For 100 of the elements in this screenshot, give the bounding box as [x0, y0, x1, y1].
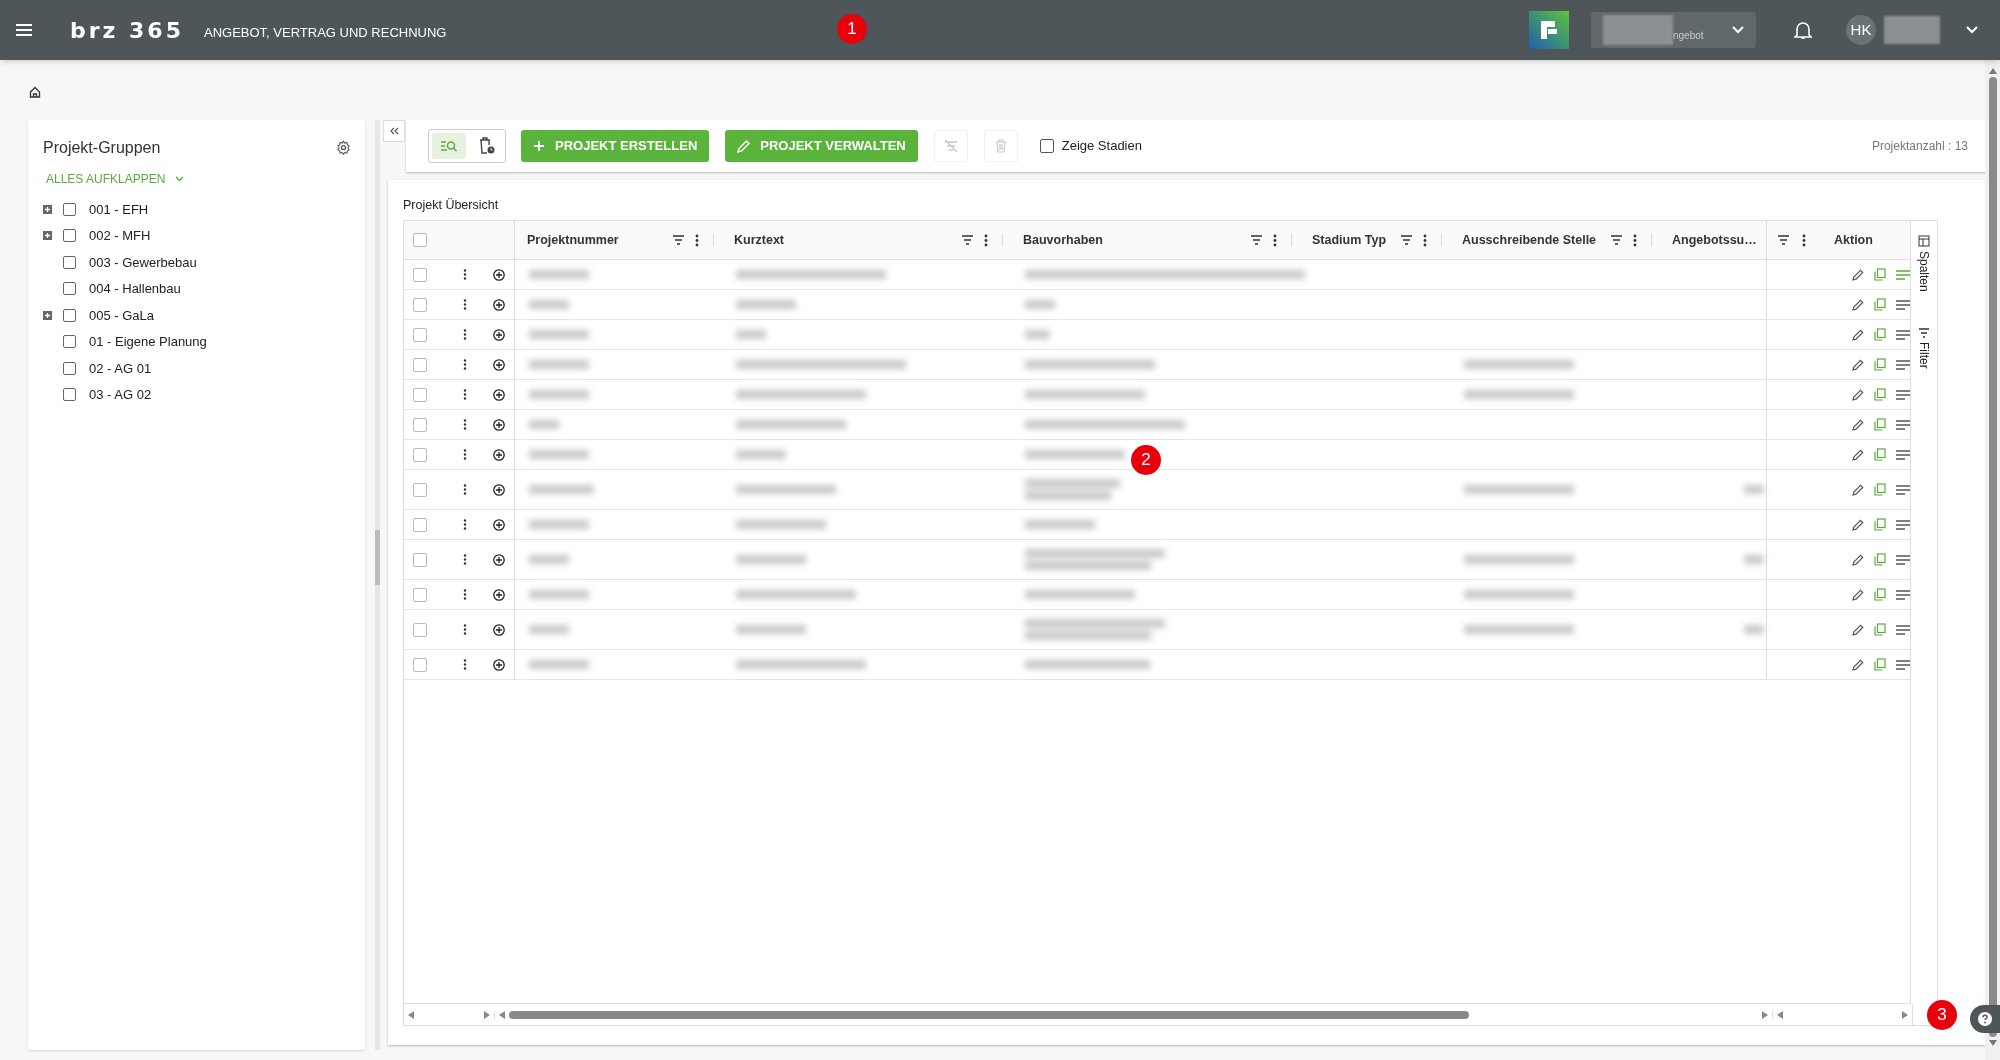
notes-icon[interactable] [1896, 329, 1910, 340]
add-circle-icon[interactable] [493, 553, 505, 566]
more-icon[interactable] [463, 359, 467, 370]
copy-icon[interactable] [1874, 658, 1886, 671]
copy-icon[interactable] [1874, 298, 1886, 311]
copy-icon[interactable] [1874, 623, 1886, 636]
filter-icon[interactable] [672, 235, 685, 245]
group-checkbox[interactable] [63, 255, 76, 269]
help-button[interactable] [1970, 1005, 2000, 1033]
add-circle-icon[interactable] [493, 483, 505, 496]
group-checkbox[interactable] [63, 361, 76, 375]
row-checkbox[interactable] [413, 447, 427, 462]
row-checkbox[interactable] [413, 482, 427, 497]
pencil-icon[interactable] [1852, 448, 1864, 461]
add-circle-icon[interactable] [493, 418, 505, 431]
more-icon[interactable] [463, 659, 467, 670]
group-checkbox[interactable] [63, 335, 76, 349]
group-checkbox[interactable] [63, 282, 76, 296]
add-circle-icon[interactable] [493, 268, 505, 281]
column-header[interactable]: Bauvorhaben [1023, 230, 1240, 250]
add-circle-icon[interactable] [493, 658, 505, 671]
pencil-icon[interactable] [1852, 418, 1864, 431]
pencil-icon[interactable] [1852, 268, 1864, 281]
filter-icon[interactable] [1610, 235, 1623, 245]
notes-icon[interactable] [1896, 359, 1910, 370]
add-circle-icon[interactable] [493, 518, 505, 531]
more-icon[interactable] [1633, 233, 1637, 247]
pencil-icon[interactable] [1852, 553, 1864, 566]
more-icon[interactable] [1802, 233, 1806, 247]
filter-icon[interactable] [1918, 327, 1930, 338]
group-checkbox[interactable] [63, 388, 76, 402]
add-circle-icon[interactable] [493, 388, 505, 401]
add-circle-icon[interactable] [493, 588, 505, 601]
scroll-right-icon[interactable] [484, 1010, 490, 1019]
row-checkbox[interactable] [413, 417, 427, 432]
copy-icon[interactable] [1874, 588, 1886, 601]
filter-icon[interactable] [1400, 235, 1413, 245]
filter-icon[interactable] [1250, 235, 1263, 245]
more-icon[interactable] [463, 624, 467, 635]
group-checkbox[interactable] [63, 229, 76, 243]
collapse-panel-button[interactable] [383, 120, 405, 142]
group-item[interactable]: 03 - AG 02 [89, 385, 152, 405]
notes-icon[interactable] [1896, 389, 1910, 400]
columns-icon[interactable] [1918, 235, 1930, 247]
splitter-handle[interactable] [375, 120, 380, 1050]
expand-icon[interactable] [43, 310, 52, 320]
app-icon[interactable] [1529, 11, 1569, 49]
scroll-left-icon[interactable] [1777, 1010, 1783, 1019]
more-icon[interactable] [463, 589, 467, 600]
filter-icon[interactable] [961, 235, 974, 245]
notes-icon[interactable] [1896, 449, 1910, 460]
columns-tab[interactable]: Spalten [1915, 251, 1933, 292]
pencil-icon[interactable] [1852, 658, 1864, 671]
scroll-up-icon[interactable] [1988, 68, 1997, 74]
notes-icon[interactable] [1896, 519, 1910, 530]
filter-icon[interactable] [1777, 235, 1790, 245]
more-icon[interactable] [695, 233, 699, 247]
expand-icon[interactable] [43, 204, 52, 214]
settings-icon[interactable] [336, 140, 351, 155]
add-circle-icon[interactable] [493, 358, 505, 371]
vertical-scrollbar[interactable] [1988, 77, 1997, 1037]
notes-icon[interactable] [1896, 419, 1910, 430]
pencil-icon[interactable] [1852, 483, 1864, 496]
notes-icon[interactable] [1896, 624, 1910, 635]
group-item[interactable]: 02 - AG 01 [89, 358, 152, 378]
more-icon[interactable] [463, 269, 467, 280]
more-icon[interactable] [984, 233, 988, 247]
row-checkbox[interactable] [413, 357, 427, 372]
copy-icon[interactable] [1874, 328, 1886, 341]
group-item[interactable]: 002 - MFH [89, 226, 151, 246]
pencil-icon[interactable] [1852, 623, 1864, 636]
column-header[interactable]: Kurztext [734, 230, 951, 250]
row-checkbox[interactable] [413, 657, 427, 672]
scroll-right-icon[interactable] [1762, 1010, 1768, 1019]
notes-icon[interactable] [1896, 484, 1910, 495]
row-checkbox[interactable] [413, 622, 427, 637]
more-icon[interactable] [463, 449, 467, 460]
copy-icon[interactable] [1874, 418, 1886, 431]
notes-icon[interactable] [1896, 659, 1910, 670]
copy-icon[interactable] [1874, 553, 1886, 566]
pencil-icon[interactable] [1852, 388, 1864, 401]
row-checkbox[interactable] [413, 587, 427, 602]
more-icon[interactable] [463, 389, 467, 400]
chevron-down-icon[interactable] [1966, 26, 1978, 34]
show-stages-checkbox[interactable]: Zeige Stadien [1039, 136, 1142, 156]
add-circle-icon[interactable] [493, 448, 505, 461]
group-checkbox[interactable] [63, 202, 76, 216]
copy-icon[interactable] [1874, 388, 1886, 401]
scroll-down-icon[interactable] [1988, 1040, 1997, 1046]
scroll-right-icon[interactable] [1902, 1010, 1908, 1019]
row-checkbox[interactable] [413, 517, 427, 532]
group-item[interactable]: 004 - Hallenbau [89, 279, 181, 299]
group-item[interactable]: 01 - Eigene Planung [89, 332, 207, 352]
home-icon[interactable] [29, 86, 41, 98]
add-circle-icon[interactable] [493, 298, 505, 311]
pencil-icon[interactable] [1852, 358, 1864, 371]
expand-icon[interactable] [43, 231, 52, 241]
pencil-icon[interactable] [1852, 298, 1864, 311]
scroll-left-icon[interactable] [408, 1010, 414, 1019]
add-circle-icon[interactable] [493, 328, 505, 341]
